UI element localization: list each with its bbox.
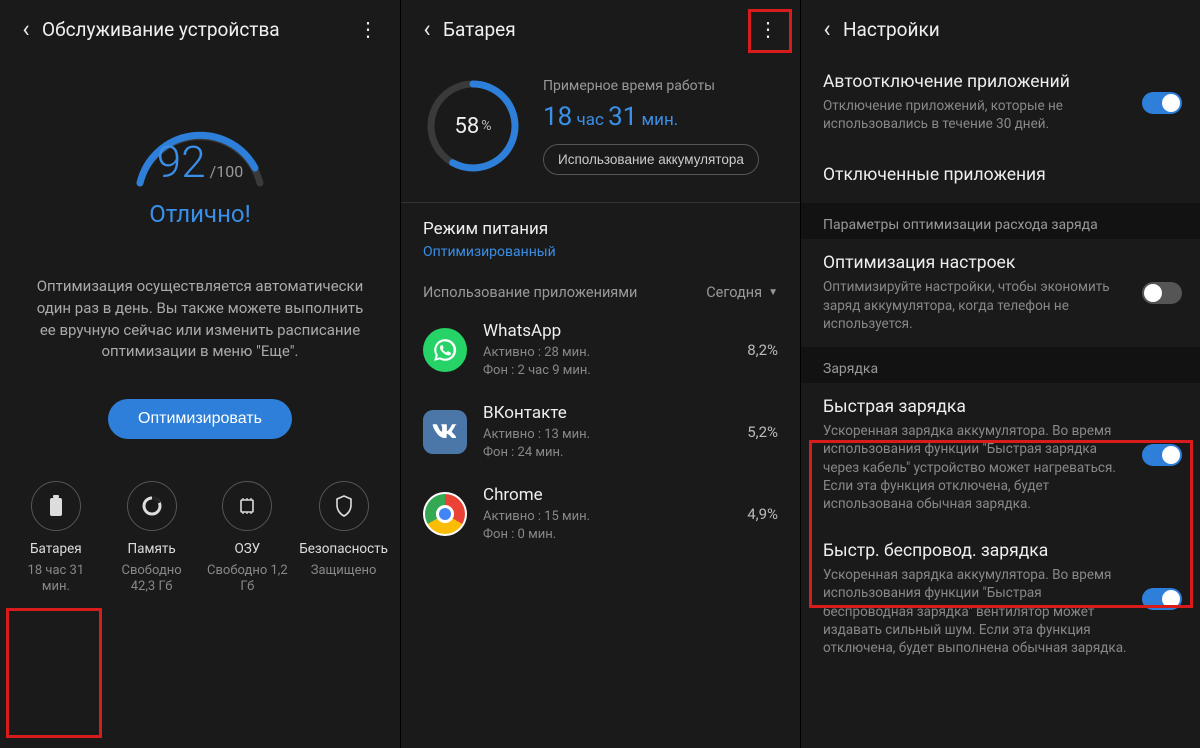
battery-ring: 58%	[423, 76, 523, 176]
app-usage-row[interactable]: Chrome Активно : 15 мин.Фон : 0 мин. 4,9…	[401, 473, 800, 555]
optimize-button[interactable]: Оптимизировать	[108, 399, 292, 439]
vk-icon	[423, 410, 467, 454]
screen-title: Настройки	[843, 18, 1184, 41]
memory-tile[interactable]: ОЗУ Свободно 1,2 Гб	[201, 477, 293, 604]
back-button[interactable]: ‹	[411, 15, 443, 43]
highlight-battery-tile	[6, 608, 102, 738]
score-max: /100	[210, 162, 244, 181]
security-tile[interactable]: Безопасность Защищено	[297, 477, 390, 604]
fast-wireless-charging-row[interactable]: Быстр. беспровод. зарядка Ускоренная зар…	[801, 527, 1200, 671]
score-status: Отлично!	[0, 200, 400, 228]
more-menu-button[interactable]: ⋮	[352, 17, 384, 41]
usage-by-apps-label: Использование приложениями	[423, 284, 637, 301]
battery-tile[interactable]: Батарея 18 час 31 мин.	[10, 477, 102, 604]
battery-screen: ‹ Батарея ⋮ 58% Примерное время работы 1…	[400, 0, 800, 748]
app-usage-row[interactable]: ВКонтакте Активно : 13 мин.Фон : 24 мин.…	[401, 391, 800, 473]
group-label: Параметры оптимизации расхода заряда	[801, 203, 1200, 239]
disabled-apps-row[interactable]: Отключенные приложения	[801, 147, 1200, 203]
battery-usage-button[interactable]: Использование аккумулятора	[543, 144, 759, 175]
auto-disable-apps-row[interactable]: Автоотключение приложений Отключение при…	[801, 58, 1200, 147]
power-mode-row[interactable]: Режим питания Оптимизированный	[401, 203, 800, 266]
optimize-settings-row[interactable]: Оптимизация настроек Оптимизируйте настр…	[801, 239, 1200, 347]
group-label: Зарядка	[801, 347, 1200, 383]
score-value: 92	[157, 136, 206, 188]
storage-icon	[127, 481, 177, 531]
toggle-switch[interactable]	[1142, 588, 1182, 610]
period-selector[interactable]: Сегодня▼	[706, 284, 778, 301]
battery-settings-screen: ‹ Настройки Автоотключение приложений От…	[800, 0, 1200, 748]
more-menu-button[interactable]: ⋮	[752, 17, 784, 41]
back-button[interactable]: ‹	[811, 15, 843, 43]
toggle-switch[interactable]	[1142, 92, 1182, 114]
chrome-icon	[423, 492, 467, 536]
toggle-switch[interactable]	[1142, 282, 1182, 304]
fast-charging-row[interactable]: Быстрая зарядка Ускоренная зарядка аккум…	[801, 383, 1200, 527]
estimate-time: 18 час 31 мин.	[543, 102, 778, 132]
optimization-description: Оптимизация осуществляется автоматически…	[0, 276, 400, 363]
toggle-switch[interactable]	[1142, 444, 1182, 466]
shield-icon	[319, 481, 369, 531]
score-gauge: 92/100 Отлично!	[0, 88, 400, 228]
dropdown-icon: ▼	[768, 287, 778, 298]
device-care-screen: ‹ Обслуживание устройства ⋮ 92/100 Отлич…	[0, 0, 400, 748]
estimate-label: Примерное время работы	[543, 78, 778, 94]
app-usage-row[interactable]: WhatsApp Активно : 28 мин.Фон : 2 час 9 …	[401, 309, 800, 391]
category-tiles: Батарея 18 час 31 мин. Память Свободно 4…	[0, 477, 400, 604]
storage-tile[interactable]: Память Свободно 42,3 Гб	[106, 477, 198, 604]
back-button[interactable]: ‹	[10, 15, 42, 43]
screen-title: Обслуживание устройства	[42, 18, 352, 41]
screen-title: Батарея	[443, 18, 752, 41]
whatsapp-icon	[423, 328, 467, 372]
memory-icon	[222, 481, 272, 531]
battery-icon	[31, 481, 81, 531]
